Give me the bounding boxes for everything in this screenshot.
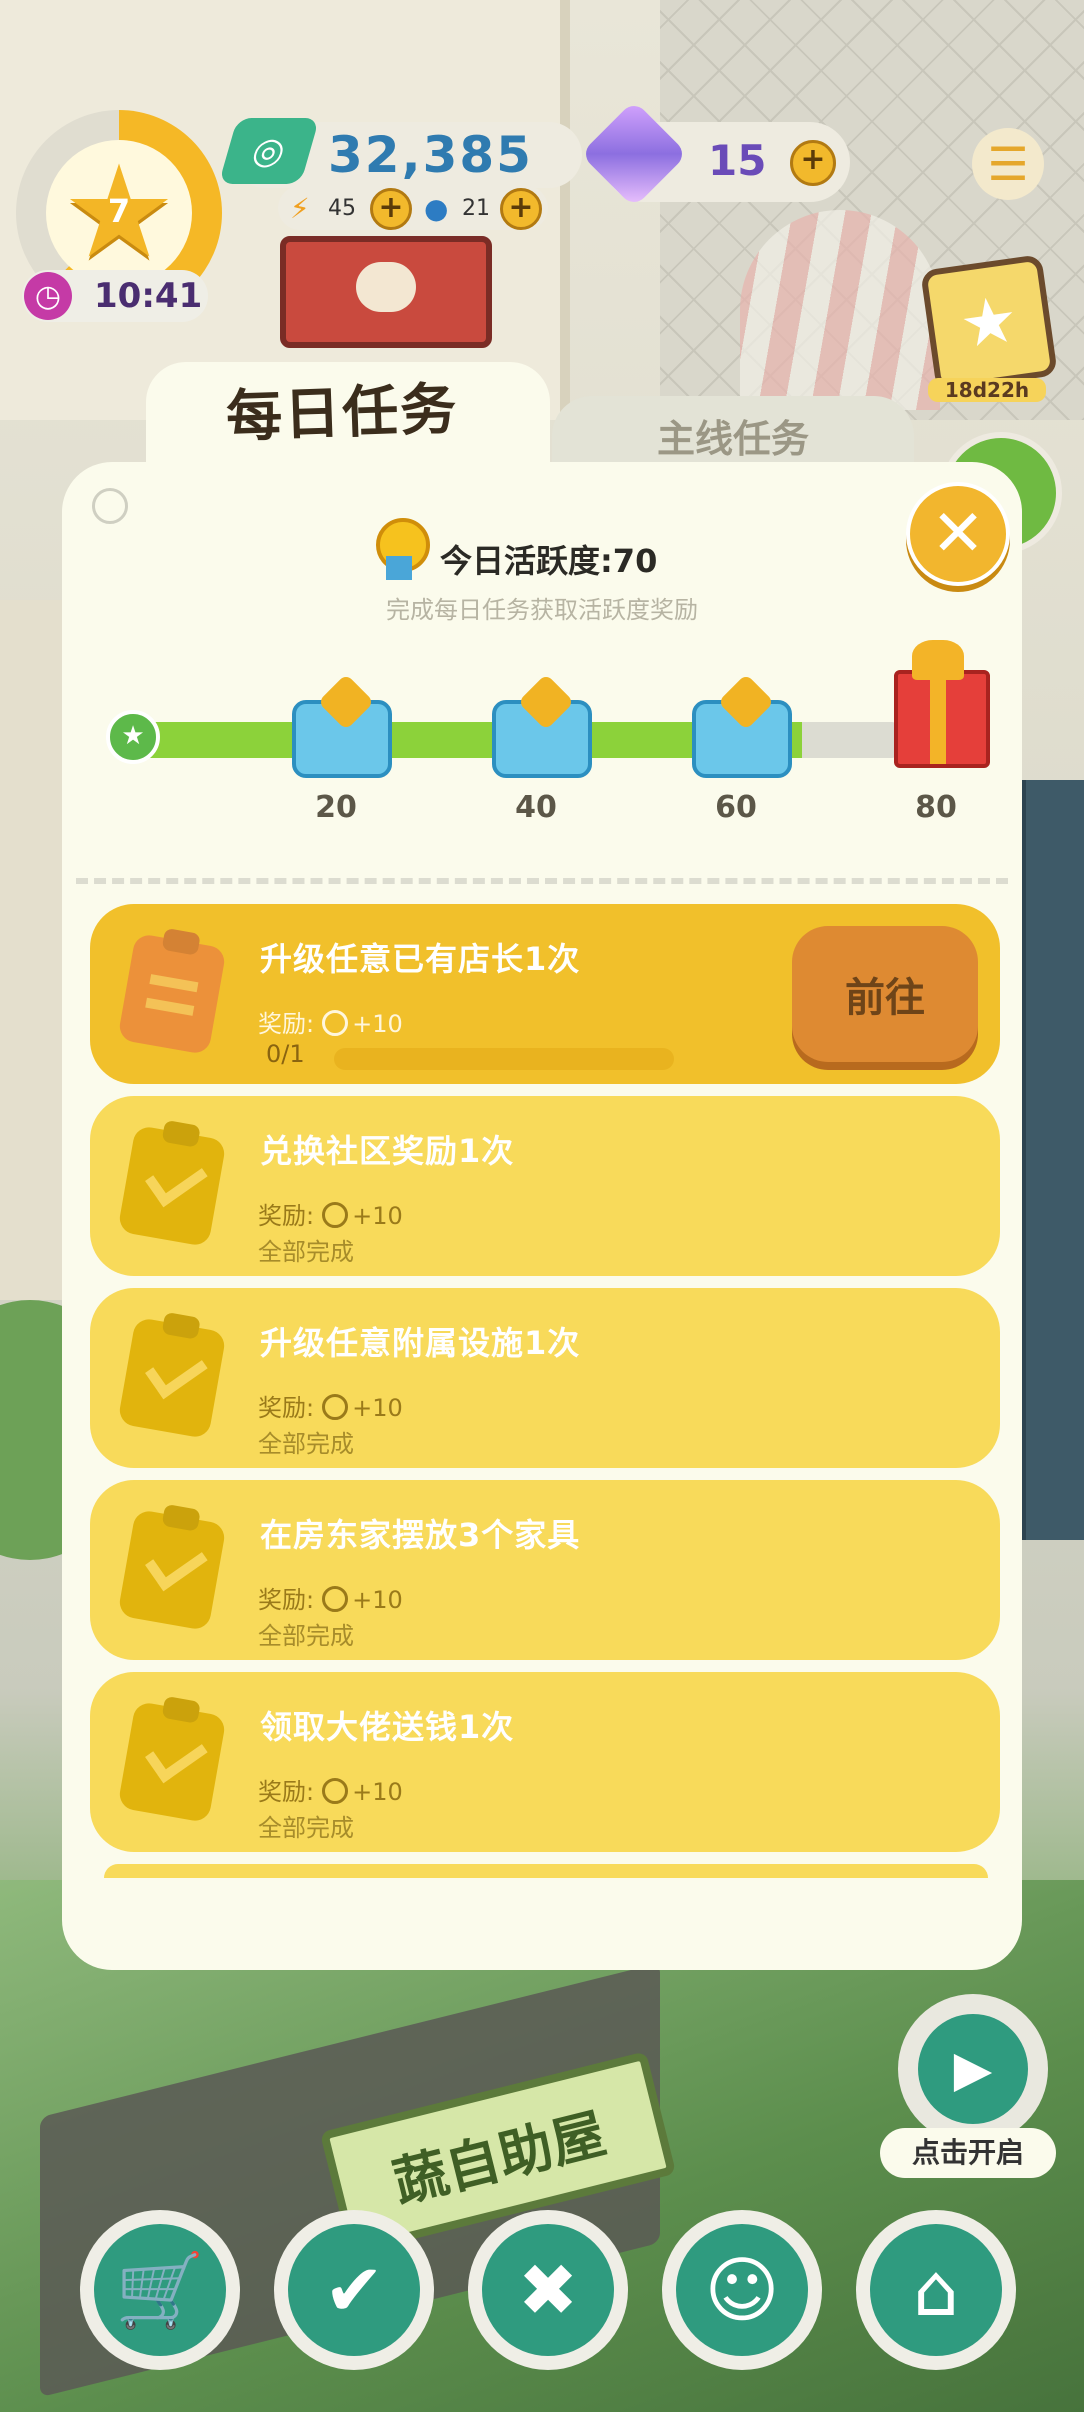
- medal-icon: [322, 1778, 349, 1804]
- task-check-icon: ✔: [288, 2224, 420, 2356]
- milestone-label: 40: [515, 790, 557, 825]
- task-row: 升级任意已有店长1次 奖励: +10 0/1 前往: [90, 904, 1000, 1084]
- gem-value: 15: [708, 136, 767, 185]
- task-row: 在房东家摆放3个家具 奖励: +10 全部完成: [90, 1480, 1000, 1660]
- nav-home-button[interactable]: ⌂: [856, 2210, 1016, 2370]
- water-value: 21: [462, 196, 490, 221]
- side-building: [1020, 780, 1084, 1540]
- energy-value: 45: [328, 196, 356, 221]
- tv-ad-button[interactable]: ▶ 点击开启: [880, 1994, 1056, 2180]
- smile-icon: ☺: [676, 2224, 808, 2356]
- task-row: 升级任意附属设施1次 奖励: +10 全部完成: [90, 1288, 1000, 1468]
- money-counter: ◎ 32,385: [218, 118, 582, 188]
- timer: ◷ 10:41: [22, 270, 208, 322]
- nav-shop-button[interactable]: 🛒: [80, 2210, 240, 2370]
- home-icon: ⌂: [870, 2224, 1002, 2356]
- task-progress-bar: [334, 1048, 674, 1070]
- task-row-partial: [104, 1864, 988, 1878]
- nav-tools-button[interactable]: ✖: [468, 2210, 628, 2370]
- tab-daily-label: 每日任务: [225, 376, 460, 451]
- clipboard-icon: [117, 932, 227, 1056]
- activity-title: 今日活跃度:70: [440, 542, 658, 580]
- task-title: 升级任意已有店长1次: [260, 940, 581, 978]
- task-title: 在房东家摆放3个家具: [260, 1516, 581, 1554]
- tab-daily-tasks[interactable]: 每日任务: [146, 362, 550, 482]
- task-status: 全部完成: [258, 1430, 354, 1458]
- medal-icon: [322, 1010, 349, 1036]
- progress-start-icon: ★: [106, 710, 160, 766]
- add-water-button[interactable]: +: [500, 188, 542, 230]
- event-badge[interactable]: ★ 18d22h: [920, 254, 1058, 412]
- task-title: 领取大佬送钱1次: [260, 1708, 515, 1746]
- task-title: 升级任意附属设施1次: [260, 1324, 581, 1362]
- task-reward: 奖励: +10: [258, 1202, 403, 1230]
- event-icon: ★: [920, 254, 1058, 392]
- nav-social-button[interactable]: ☺: [662, 2210, 822, 2370]
- clipboard-check-icon: [117, 1124, 227, 1248]
- panel-corner-icon: [92, 488, 128, 524]
- reward-gift-80[interactable]: [888, 640, 990, 768]
- milestone-label: 20: [315, 790, 357, 825]
- reward-chest-20[interactable]: [292, 673, 392, 778]
- dashed-divider: [76, 878, 1008, 884]
- cart-icon: 🛒: [94, 2224, 226, 2356]
- task-status: 全部完成: [258, 1622, 354, 1650]
- task-row: 兑换社区奖励1次 奖励: +10 全部完成: [90, 1096, 1000, 1276]
- medal-icon: [322, 1586, 349, 1612]
- close-icon[interactable]: ✕: [906, 482, 1010, 586]
- medal-icon: [376, 518, 430, 580]
- task-reward: 奖励: +10: [258, 1586, 403, 1614]
- tab-main-label: 主线任务: [656, 417, 809, 461]
- tv-play-icon: ▶: [918, 2014, 1028, 2124]
- event-timer: 18d22h: [928, 378, 1046, 402]
- clipboard-check-icon: [117, 1316, 227, 1440]
- tools-icon: ✖: [482, 2224, 614, 2356]
- lightning-icon: ⚡: [290, 192, 310, 225]
- task-status: 全部完成: [258, 1814, 354, 1842]
- menu-icon[interactable]: ☰: [972, 128, 1044, 200]
- reward-chest-60[interactable]: [692, 673, 792, 778]
- tv-label: 点击开启: [880, 2128, 1056, 2178]
- add-gems-button[interactable]: +: [790, 140, 836, 186]
- add-energy-button[interactable]: +: [370, 188, 412, 230]
- medal-icon: [322, 1202, 349, 1228]
- task-reward: 奖励: +10: [258, 1778, 403, 1806]
- task-title: 兑换社区奖励1次: [260, 1132, 515, 1170]
- money-value: 32,385: [328, 126, 533, 184]
- clock-icon: ◷: [24, 272, 72, 320]
- task-status: 全部完成: [258, 1238, 354, 1266]
- activity-subtitle: 完成每日任务获取活跃度奖励: [386, 596, 698, 624]
- shop-sign: [280, 236, 492, 348]
- task-reward: 奖励: +10: [258, 1010, 403, 1038]
- milestone-label: 60: [715, 790, 757, 825]
- medal-icon: [322, 1394, 349, 1420]
- gem-counter: 15 +: [580, 100, 850, 208]
- water-drop-icon: ●: [424, 192, 449, 225]
- go-button[interactable]: 前往: [792, 926, 978, 1062]
- reward-chest-40[interactable]: [492, 673, 592, 778]
- task-reward: 奖励: +10: [258, 1394, 403, 1422]
- resource-bar: ⚡ 45 + ● 21 +: [278, 186, 548, 230]
- clipboard-check-icon: [117, 1508, 227, 1632]
- timer-text: 10:41: [94, 276, 203, 316]
- task-progress-text: 0/1: [266, 1040, 305, 1068]
- awning: [740, 210, 940, 410]
- milestone-label: 80: [915, 790, 957, 825]
- task-row: 领取大佬送钱1次 奖励: +10 全部完成: [90, 1672, 1000, 1852]
- level-number: 7: [107, 192, 131, 230]
- clipboard-check-icon: [117, 1700, 227, 1824]
- nav-tasks-button[interactable]: ✔: [274, 2210, 434, 2370]
